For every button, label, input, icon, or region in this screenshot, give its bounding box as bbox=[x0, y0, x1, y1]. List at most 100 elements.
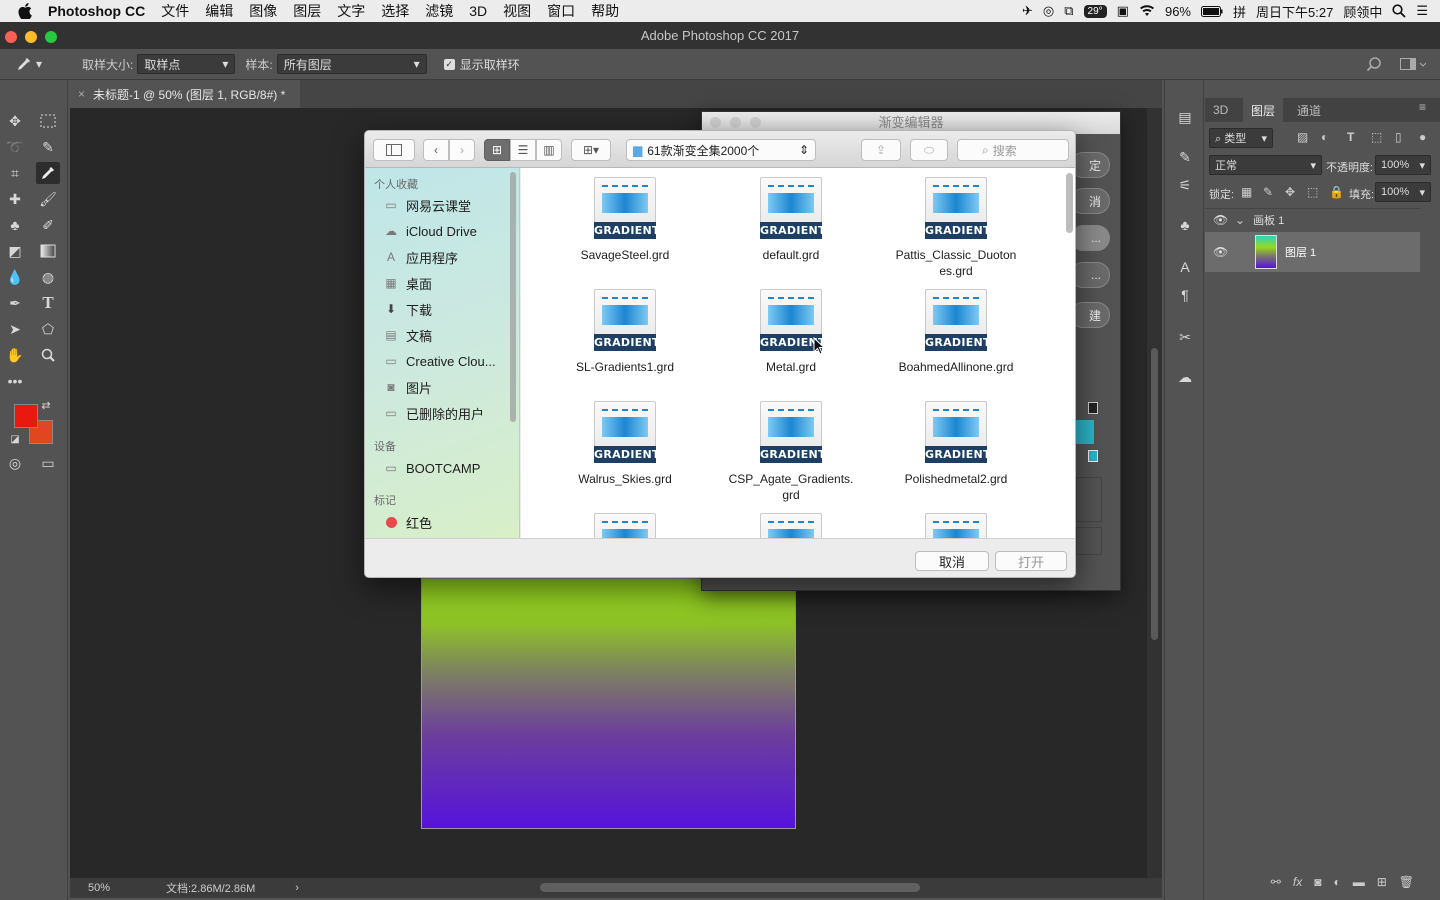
ok-button[interactable]: 定 bbox=[1070, 152, 1110, 178]
character-panel-icon[interactable]: A bbox=[1173, 256, 1197, 278]
lock-pixels-icon[interactable]: ✎ bbox=[1263, 185, 1273, 199]
filter-adjustment-icon[interactable]: ◐ bbox=[1321, 130, 1328, 144]
crop-tool-icon[interactable]: ⌗ bbox=[3, 162, 27, 184]
eyedropper-preset-icon[interactable]: ▾ bbox=[16, 56, 52, 72]
link-layers-icon[interactable]: ⚯ bbox=[1271, 875, 1281, 895]
input-method-icon[interactable]: 拼 bbox=[1233, 2, 1246, 21]
adjustments-icon[interactable]: ⚟ bbox=[1173, 174, 1197, 196]
libraries-icon[interactable]: ☁ bbox=[1173, 366, 1197, 388]
visibility-eye-icon[interactable]: 👁 bbox=[1213, 213, 1229, 227]
sidebar-item-2[interactable]: A 应用程序 bbox=[382, 246, 458, 268]
marquee-tool-icon[interactable] bbox=[36, 110, 60, 132]
shape-tool-icon[interactable]: ⬠ bbox=[36, 318, 60, 340]
file-item[interactable]: GRADIENT Polishedmetal2.grd bbox=[893, 401, 1019, 487]
history-brush-tool-icon[interactable]: ✐ bbox=[36, 214, 60, 236]
lock-all-icon[interactable]: 🔒 bbox=[1329, 185, 1344, 199]
menu-select[interactable]: 选择 bbox=[373, 1, 417, 21]
open-button[interactable]: 打开 bbox=[995, 551, 1067, 571]
brush-settings-icon[interactable]: ✎ bbox=[1173, 146, 1197, 168]
file-item[interactable]: GRADIENT CSP_Agate_Gradients.grd bbox=[728, 401, 854, 503]
search-icon[interactable] bbox=[1366, 56, 1382, 72]
opacity-field[interactable]: 100% ▾ bbox=[1375, 155, 1431, 175]
foreground-color-swatch[interactable] bbox=[14, 404, 38, 428]
filter-smart-object-icon[interactable]: ▯ bbox=[1395, 130, 1402, 144]
lasso-tool-icon[interactable]: ➰ bbox=[3, 136, 27, 158]
sidebar-item-1[interactable]: ☁ iCloud Drive bbox=[382, 220, 477, 242]
menu-image[interactable]: 图像 bbox=[241, 1, 285, 21]
quick-selection-tool-icon[interactable]: ✎ bbox=[36, 136, 60, 158]
new-button[interactable]: 建 bbox=[1070, 302, 1110, 328]
new-group-icon[interactable]: ▬ bbox=[1353, 875, 1365, 895]
save-button[interactable]: ... bbox=[1070, 262, 1110, 288]
menu-file[interactable]: 文件 bbox=[153, 1, 197, 21]
panel-menu-icon[interactable]: ≡ bbox=[1419, 100, 1426, 114]
filter-toggle-icon[interactable]: ● bbox=[1419, 130, 1426, 144]
battery-percent[interactable]: 96% bbox=[1165, 4, 1191, 19]
plane-icon[interactable]: ✈ bbox=[1022, 3, 1033, 19]
notification-center-icon[interactable]: ☰ bbox=[1416, 3, 1428, 19]
trash-icon[interactable]: 🗑 bbox=[1399, 875, 1414, 895]
screen-mode-icon[interactable]: ▭ bbox=[36, 452, 60, 474]
gradient-tool-icon[interactable] bbox=[36, 240, 60, 262]
apple-icon[interactable] bbox=[0, 3, 40, 19]
artboard-canvas[interactable] bbox=[421, 578, 796, 829]
spotlight-icon[interactable] bbox=[1392, 4, 1406, 18]
user-name[interactable]: 顾领中 bbox=[1343, 2, 1382, 21]
fill-field[interactable]: 100% ▾ bbox=[1375, 182, 1431, 202]
sample-size-select[interactable]: 取样点 ▾ bbox=[137, 54, 236, 74]
chevron-right-icon[interactable]: › bbox=[295, 882, 299, 894]
layer-mask-icon[interactable]: ◙ bbox=[1314, 875, 1321, 895]
column-view-button[interactable]: ▥ bbox=[536, 139, 562, 161]
blend-mode-select[interactable]: 正常 ▾ bbox=[1209, 155, 1322, 175]
layer-filter-select[interactable]: ⌕ 类型 ▾ bbox=[1209, 128, 1273, 148]
menu-app-name[interactable]: Photoshop CC bbox=[40, 3, 153, 19]
artboard-row[interactable]: 👁 ⌄ 画板 1 bbox=[1205, 208, 1420, 230]
zoom-level[interactable]: 50% bbox=[88, 882, 158, 894]
close-tab-icon[interactable]: × bbox=[78, 87, 85, 101]
menu-view[interactable]: 视图 bbox=[495, 1, 539, 21]
canvas-vertical-scrollbar[interactable] bbox=[1147, 108, 1162, 878]
path-selection-tool-icon[interactable]: ➤ bbox=[3, 318, 27, 340]
icon-view-button[interactable]: ⊞ bbox=[484, 139, 510, 161]
group-by-button[interactable]: ⊞▾ bbox=[571, 139, 611, 161]
file-item[interactable]: GRADIENT bbox=[893, 513, 1019, 538]
swap-colors-icon[interactable]: ⇄ bbox=[38, 398, 54, 412]
lock-position-icon[interactable]: ✥ bbox=[1285, 185, 1295, 199]
sidebar-item-0[interactable]: ▭ 网易云课堂 bbox=[382, 194, 471, 216]
temperature-badge[interactable]: 29° bbox=[1083, 4, 1107, 18]
minimize-window-button[interactable] bbox=[730, 117, 741, 128]
menu-filter[interactable]: 滤镜 bbox=[417, 1, 461, 21]
type-tool-icon[interactable]: T bbox=[36, 292, 60, 314]
sidebar-item-3[interactable]: ▦ 桌面 bbox=[382, 272, 432, 294]
clock[interactable]: 周日下午5:27 bbox=[1256, 2, 1333, 21]
eyedropper-tool-icon[interactable] bbox=[36, 162, 60, 184]
paragraph-panel-icon[interactable]: ¶ bbox=[1173, 284, 1197, 306]
sidebar-item-5[interactable]: ▤ 文稿 bbox=[382, 324, 432, 346]
back-button[interactable]: ‹ bbox=[423, 139, 449, 161]
file-item[interactable]: GRADIENT bbox=[728, 513, 854, 538]
more-tools-icon[interactable]: ••• bbox=[3, 370, 27, 392]
search-field[interactable]: ⌕ 搜索 bbox=[957, 139, 1069, 161]
close-window-button[interactable] bbox=[710, 117, 721, 128]
gradient-preview-bar[interactable] bbox=[1076, 420, 1094, 444]
load-button[interactable]: ... bbox=[1070, 225, 1110, 251]
document-tab[interactable]: × 未标题-1 @ 50% (图层 1, RGB/8#) * bbox=[70, 80, 300, 108]
chevron-down-icon[interactable]: ⌄ bbox=[1235, 213, 1245, 227]
file-item[interactable]: GRADIENT Pattis_Classic_Duotones.grd bbox=[893, 177, 1019, 279]
move-tool-icon[interactable]: ✥ bbox=[3, 110, 27, 132]
scroll-thumb[interactable] bbox=[1151, 348, 1158, 640]
clone-source-icon[interactable]: ♣ bbox=[1173, 214, 1197, 236]
sidebar-item-8[interactable]: ▭ 已删除的用户 bbox=[382, 402, 484, 424]
menu-help[interactable]: 帮助 bbox=[583, 1, 627, 21]
file-item[interactable]: GRADIENT default.grd bbox=[728, 177, 854, 263]
lock-transparency-icon[interactable]: ▦ bbox=[1241, 185, 1252, 199]
sample-select[interactable]: 所有图层 ▾ bbox=[276, 54, 427, 74]
clone-stamp-tool-icon[interactable]: ♣ bbox=[3, 214, 27, 236]
list-view-button[interactable]: ☰ bbox=[510, 139, 536, 161]
sidebar-toggle-button[interactable] bbox=[373, 139, 415, 161]
filter-type-icon[interactable]: T bbox=[1347, 130, 1354, 144]
file-item[interactable]: GRADIENT bbox=[562, 513, 688, 538]
layer-style-icon[interactable]: fx bbox=[1293, 875, 1302, 895]
menu-layer[interactable]: 图层 bbox=[285, 1, 329, 21]
horizontal-scrollbar-thumb[interactable] bbox=[540, 883, 920, 892]
